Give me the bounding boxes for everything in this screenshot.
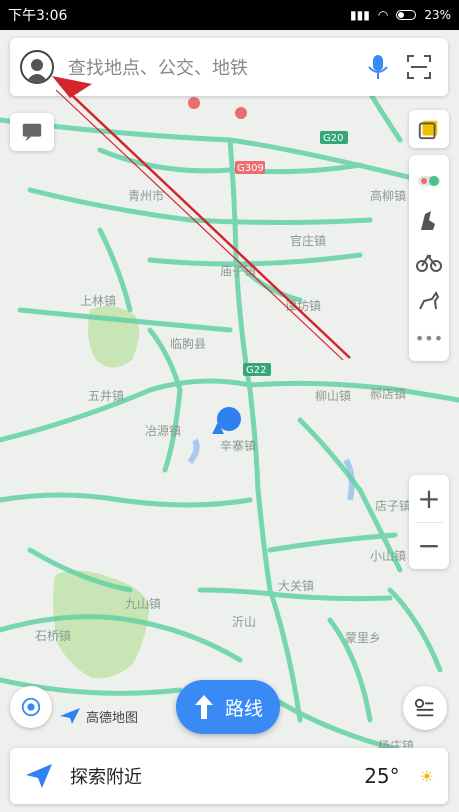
horse-icon[interactable] bbox=[416, 289, 442, 315]
map-label-shiyuan: 石桥镇 bbox=[35, 629, 71, 643]
route-arrow-icon bbox=[194, 695, 213, 719]
map-label-haodian: 郝店镇 bbox=[370, 387, 406, 401]
locate-icon bbox=[21, 697, 41, 717]
map-label-liushan: 柳山镇 bbox=[315, 389, 351, 403]
map-label-dashan: 大关镇 bbox=[278, 579, 314, 593]
message-icon bbox=[22, 123, 42, 142]
map-label-linqu: 临朐县 bbox=[170, 336, 206, 351]
avatar[interactable] bbox=[20, 50, 54, 84]
send-icon bbox=[26, 764, 52, 788]
signal-icon: ▮▮▮ bbox=[350, 8, 370, 22]
weather-sun-icon: ☀ bbox=[419, 766, 434, 786]
parking-icon[interactable] bbox=[416, 208, 442, 234]
map-label-dianzi: 店子镇 bbox=[375, 499, 411, 513]
person-icon bbox=[26, 59, 48, 82]
search-input[interactable]: 查找地点、公交、地铁 bbox=[68, 54, 364, 80]
map-shield-g22: G22 bbox=[246, 365, 266, 376]
map-label-yishan: 沂山 bbox=[232, 615, 256, 629]
map-label-yehu: 冶源镇 bbox=[145, 424, 181, 438]
map-shield-g309: G309 bbox=[237, 163, 264, 174]
explore-label: 探索附近 bbox=[70, 767, 142, 788]
list-icon bbox=[414, 698, 434, 717]
map-label-jiushan: 九山镇 bbox=[125, 597, 161, 611]
layers-icon bbox=[418, 120, 438, 140]
temperature: 25° bbox=[364, 764, 400, 788]
map-shield-g20: G20 bbox=[323, 133, 343, 144]
map-tools-panel: ••• bbox=[409, 155, 449, 361]
map-label-qingzhou: 青州市 bbox=[128, 188, 164, 203]
layers-button[interactable] bbox=[409, 110, 449, 148]
status-icons: ▮▮▮ ◠ 23% bbox=[350, 8, 451, 22]
status-bar: 下午3:06 ▮▮▮ ◠ 23% bbox=[0, 0, 459, 30]
map-label-guanzhuang: 官庄镇 bbox=[290, 233, 326, 248]
map-label-xiaoshan: 小山镇 bbox=[370, 549, 406, 563]
wifi-icon: ◠ bbox=[377, 8, 389, 22]
scan-icon[interactable] bbox=[406, 54, 432, 80]
battery-percent: 23% bbox=[424, 8, 451, 22]
zoom-out-button[interactable]: − bbox=[409, 523, 449, 570]
amap-logo-text: 高德地图 bbox=[86, 710, 139, 726]
map-label-tanfang: 谭坊镇 bbox=[285, 298, 321, 313]
bike-icon[interactable] bbox=[416, 248, 442, 274]
route-button[interactable]: 路线 bbox=[176, 680, 280, 734]
zoom-controls: + − bbox=[409, 475, 449, 569]
list-button[interactable] bbox=[403, 686, 447, 730]
amap-logo: 高德地图 bbox=[58, 706, 138, 726]
traffic-toggle-icon[interactable] bbox=[416, 168, 442, 194]
message-button[interactable] bbox=[10, 113, 54, 151]
map-label-gaoling: 高柳镇 bbox=[370, 188, 406, 203]
locate-button[interactable] bbox=[10, 686, 52, 728]
map-label-mengzi: 蒙里乡 bbox=[345, 631, 381, 645]
search-bar[interactable]: 查找地点、公交、地铁 bbox=[10, 38, 448, 96]
map-label-wujing: 五井镇 bbox=[88, 389, 124, 403]
battery-icon bbox=[396, 10, 417, 20]
route-label: 路线 bbox=[224, 697, 263, 720]
map-label-xinzhai: 辛寨镇 bbox=[220, 438, 256, 453]
map-label-shangzhuang: 上林镇 bbox=[80, 294, 116, 308]
map-label-miaozi: 庙子镇 bbox=[220, 264, 256, 278]
zoom-in-button[interactable]: + bbox=[409, 475, 449, 522]
status-time: 下午3:06 bbox=[8, 8, 68, 24]
amap-logo-icon bbox=[60, 708, 80, 724]
more-icon[interactable]: ••• bbox=[415, 329, 443, 348]
microphone-icon[interactable] bbox=[364, 53, 392, 81]
explore-nearby-bar[interactable]: 探索附近 25° ☀ bbox=[10, 748, 448, 804]
